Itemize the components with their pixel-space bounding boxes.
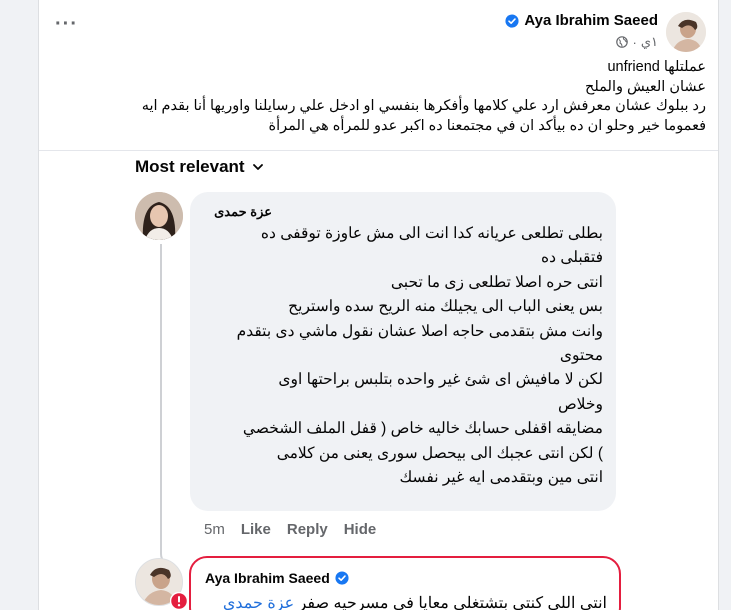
verified-badge-icon bbox=[505, 13, 519, 28]
comment-line: وانت مش بتقدمى حاجه اصلا عشان نقول ماشي … bbox=[236, 322, 603, 340]
post-line: عشان العيش والملح bbox=[584, 78, 706, 95]
like-button[interactable]: Like bbox=[241, 521, 271, 538]
reply-author-name[interactable]: Aya Ibrahim Saeed bbox=[205, 570, 330, 586]
comment-line: فتقبلى ده bbox=[541, 249, 603, 267]
comment-actions: 5m Like Reply Hide bbox=[204, 521, 376, 538]
reply-text: انتى اللي كنتي بتشتغلي معايا في مسرحيه ص… bbox=[223, 593, 607, 610]
post-card: ··· Aya Ibrahim Saeed · ١ي عملتلها unfri… bbox=[38, 0, 719, 610]
comment-line: انتى مين وبتقدمى ايه غير نفسك bbox=[399, 469, 603, 487]
comment-bubble: عزة حمدى بطلى تطلعى عريانه كدا انت الى م… bbox=[190, 192, 616, 511]
post-line: عملتلها unfriend bbox=[607, 59, 706, 75]
hide-button[interactable]: Hide bbox=[344, 521, 377, 538]
comment-line: وخلاص bbox=[557, 395, 603, 413]
dot-separator: · bbox=[632, 34, 637, 50]
post-text: عملتلها unfriend عشان العيش والملح رد بب… bbox=[51, 58, 706, 136]
chevron-down-icon bbox=[252, 164, 263, 170]
reply-body: انتى اللي كنتي بتشتغلي معايا في مسرحيه ص… bbox=[298, 595, 607, 610]
mention-link[interactable]: عزة حمدى bbox=[223, 595, 294, 610]
reply-button[interactable]: Reply bbox=[287, 521, 328, 538]
post-time[interactable]: ١ي bbox=[641, 34, 658, 50]
post-author-avatar[interactable] bbox=[666, 12, 706, 52]
verified-badge-icon bbox=[335, 571, 349, 585]
globe-icon bbox=[616, 36, 629, 48]
comments-sort-dropdown[interactable]: Most relevant bbox=[135, 157, 265, 177]
post-header: ··· Aya Ibrahim Saeed · ١ي bbox=[39, 0, 718, 60]
comment-time[interactable]: 5m bbox=[204, 521, 225, 538]
reply-author-row: Aya Ibrahim Saeed bbox=[205, 570, 349, 586]
more-options-button[interactable]: ··· bbox=[55, 14, 83, 38]
reply-bubble: Aya Ibrahim Saeed انتى اللي كنتي بتشتغلي… bbox=[189, 556, 621, 610]
commenter-avatar[interactable] bbox=[135, 192, 183, 240]
author-name-row: Aya Ibrahim Saeed bbox=[505, 12, 658, 29]
comment-author-name[interactable]: عزة حمدى bbox=[214, 204, 272, 220]
more-icon: ··· bbox=[55, 13, 78, 35]
comment-line: مضايقه اقفلى حسابك خاليه خاص ( قفل الملف… bbox=[242, 420, 603, 438]
comment-text: بطلى تطلعى عريانه كدا انت الى مش عاوزة ت… bbox=[203, 222, 603, 490]
comment-line: بطلى تطلعى عريانه كدا انت الى مش عاوزة ت… bbox=[260, 225, 603, 242]
comment-line: ) لكن انتى عجبك الى بيحصل سورى يعنى من ك… bbox=[276, 444, 603, 462]
sort-label: Most relevant bbox=[135, 157, 245, 176]
avatar-image bbox=[135, 192, 183, 240]
post-author-name[interactable]: Aya Ibrahim Saeed bbox=[524, 12, 658, 29]
comment-line: لكن لا مافيش اى شئ غير واحده بتلبس براحت… bbox=[278, 371, 603, 389]
thread-line bbox=[160, 244, 162, 546]
alert-icon bbox=[170, 592, 188, 610]
comment-line: بس يعنى الباب الى يجيلك منه الريح سده وا… bbox=[288, 298, 603, 316]
post-line: رد ببلوك عشان معرفش ارد علي كلامها وأفكر… bbox=[141, 98, 706, 114]
post-line: فعموما خير وحلو ان ده بيأكد ان في مجتمعن… bbox=[268, 117, 706, 134]
avatar-image bbox=[666, 12, 706, 52]
comment-line: انتى حره اصلا تطلعى زى ما تحبى bbox=[390, 273, 603, 291]
post-meta: · ١ي bbox=[616, 34, 658, 50]
comment-line: محتوى bbox=[559, 347, 603, 365]
divider bbox=[39, 150, 718, 151]
